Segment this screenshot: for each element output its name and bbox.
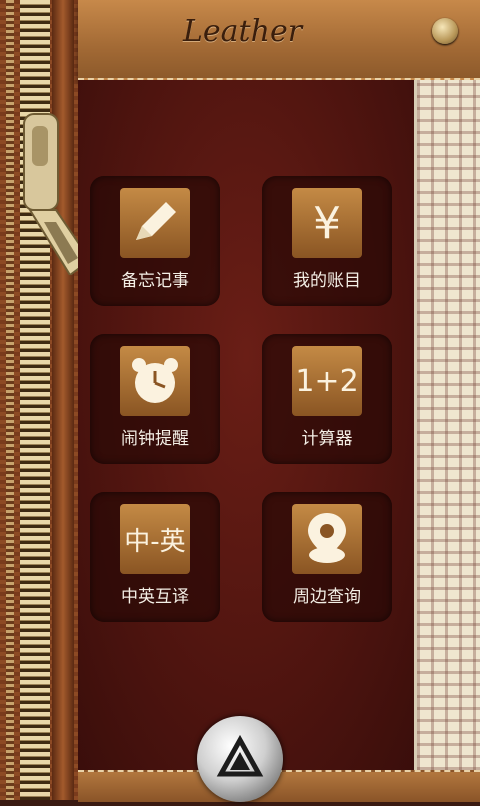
- tile-alarm[interactable]: 闹钟提醒: [90, 334, 220, 464]
- translate-icon: 中-英: [120, 504, 190, 574]
- tile-label: 闹钟提醒: [121, 429, 189, 449]
- yen-icon: ¥: [292, 188, 362, 258]
- home-button[interactable]: [197, 716, 283, 802]
- translate-glyph: 中-英: [124, 526, 186, 557]
- tile-nearby[interactable]: 周边查询: [262, 492, 392, 622]
- plaid-strip: [414, 80, 480, 770]
- tile-label: 周边查询: [293, 587, 361, 607]
- location-pin-icon: [292, 504, 362, 574]
- triangle-logo-icon: [216, 734, 264, 777]
- tile-memo[interactable]: 备忘记事: [90, 176, 220, 306]
- app-header: Leather: [78, 0, 480, 80]
- tile-calculator[interactable]: 1+2 计算器: [262, 334, 392, 464]
- tile-translate[interactable]: 中-英 中英互译: [90, 492, 220, 622]
- app-title: Leather: [183, 14, 303, 49]
- calculator-glyph: 1+2: [295, 363, 359, 399]
- rivet-icon: [432, 18, 458, 44]
- calculator-icon: 1+2: [292, 346, 362, 416]
- alarm-clock-icon: [120, 346, 190, 416]
- tile-label: 中英互译: [121, 587, 189, 607]
- yen-glyph: ¥: [313, 197, 341, 249]
- tile-label: 备忘记事: [121, 271, 189, 291]
- tile-accounts[interactable]: ¥ 我的账目: [262, 176, 392, 306]
- pencil-icon: [120, 188, 190, 258]
- tile-label: 我的账目: [293, 271, 361, 291]
- tile-label: 计算器: [301, 429, 353, 449]
